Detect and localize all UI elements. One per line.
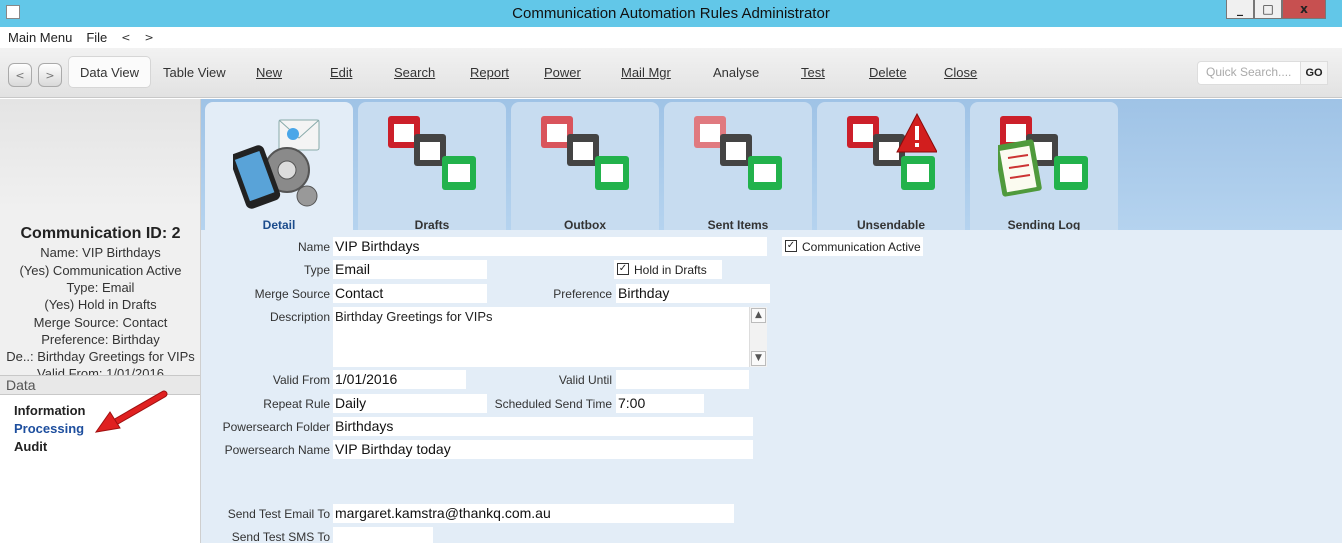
window-title: Communication Automation Rules Administr… [512, 5, 830, 22]
menu-main-menu[interactable]: Main Menu [8, 30, 72, 45]
trays-icon [541, 116, 629, 190]
description-textarea[interactable]: Birthday Greetings for VIPs ▲ ▼ [333, 307, 767, 367]
delete-button[interactable]: Delete [869, 65, 907, 80]
communication-active-checkbox-row[interactable]: ✓ Communication Active [782, 237, 923, 256]
summary-merge-source: Merge Source: Contact [33, 315, 168, 330]
tab-sent-items[interactable]: Sent Items [664, 102, 812, 233]
scheduled-send-time-label: Scheduled Send Time [494, 397, 612, 411]
valid-until-field[interactable] [616, 370, 749, 389]
menu-forward-arrow[interactable]: > [144, 31, 153, 44]
communication-active-label: Communication Active [802, 240, 921, 254]
hold-in-drafts-checkbox[interactable]: ✓ [617, 263, 629, 275]
communication-id: Communication ID: 2 [20, 225, 181, 242]
hold-in-drafts-checkbox-row[interactable]: ✓ Hold in Drafts [614, 260, 722, 279]
nav-processing[interactable]: Processing [14, 421, 84, 436]
trays-icon [388, 116, 476, 190]
main-panel: Detail Drafts Outbox Sent Items Unsendab… [201, 99, 1342, 543]
maximize-button[interactable]: □ [1254, 0, 1282, 19]
communication-active-checkbox[interactable]: ✓ [785, 240, 797, 252]
summary-preference: Preference: Birthday [41, 332, 160, 347]
repeat-rule-field[interactable]: Daily [333, 394, 487, 413]
scroll-down-icon[interactable]: ▼ [751, 351, 766, 366]
preference-field[interactable]: Birthday [616, 284, 770, 303]
title-bar: Communication Automation Rules Administr… [0, 0, 1342, 27]
summary-description: De..: Birthday Greetings for VIPs [6, 349, 195, 364]
tab-sending-log[interactable]: Sending Log [970, 102, 1118, 233]
record-summary: Communication ID: 2 Name: VIP Birthdays … [0, 99, 200, 375]
nav-audit[interactable]: Audit [14, 439, 47, 454]
tab-unsendable[interactable]: Unsendable [817, 102, 965, 233]
data-view-button[interactable]: Data View [68, 56, 152, 88]
phone-gear-mail-icon [233, 119, 320, 209]
type-label: Type [303, 263, 330, 277]
summary-type: Type: Email [66, 280, 135, 295]
toolbar: < > Data View Table View New Edit Search… [0, 48, 1342, 98]
table-view-button[interactable]: Table View [163, 65, 226, 80]
merge-source-label: Merge Source [254, 287, 330, 301]
edit-button[interactable]: Edit [330, 65, 352, 80]
repeat-rule-label: Repeat Rule [263, 397, 330, 411]
toolbar-back-button[interactable]: < [8, 63, 32, 87]
search-button[interactable]: Search [394, 65, 435, 80]
send-test-email-label: Send Test Email To [227, 507, 330, 521]
send-test-email-field[interactable]: margaret.kamstra@thankq.com.au [333, 504, 734, 523]
report-button[interactable]: Report [470, 65, 509, 80]
summary-name: Name: VIP Birthdays [40, 245, 161, 260]
red-arrow-icon [94, 390, 168, 433]
new-button[interactable]: New [256, 65, 282, 80]
powersearch-folder-field[interactable]: Birthdays [333, 417, 753, 436]
test-button[interactable]: Test [801, 65, 825, 80]
toolbar-forward-button[interactable]: > [38, 63, 62, 87]
send-test-sms-field[interactable] [333, 527, 433, 543]
scroll-up-icon[interactable]: ▲ [751, 308, 766, 323]
menu-back-arrow[interactable]: < [121, 31, 130, 44]
powersearch-name-field[interactable]: VIP Birthday today [333, 440, 753, 459]
powersearch-name-label: Powersearch Name [224, 443, 330, 457]
merge-source-field[interactable]: Contact [333, 284, 487, 303]
name-label: Name [297, 240, 330, 254]
close-button[interactable]: Close [944, 65, 977, 80]
hold-in-drafts-label: Hold in Drafts [634, 263, 707, 277]
trays-icon [694, 116, 782, 190]
summary-active: (Yes) Communication Active [19, 263, 182, 278]
valid-from-label: Valid From [272, 373, 330, 387]
type-field[interactable]: Email [333, 260, 487, 279]
preference-label: Preference [553, 287, 612, 301]
menu-file[interactable]: File [86, 30, 107, 45]
description-scrollbar[interactable]: ▲ ▼ [749, 307, 767, 367]
menu-bar: Main Menu File < > [0, 27, 1342, 48]
description-label: Description [269, 310, 330, 324]
quick-search-input[interactable]: Quick Search.... [1197, 61, 1301, 85]
powersearch-folder-label: Powersearch Folder [222, 420, 330, 434]
summary-valid-from: Valid From: 1/01/2016 [37, 366, 164, 375]
tab-drafts[interactable]: Drafts [358, 102, 506, 233]
send-test-sms-label: Send Test SMS To [231, 530, 330, 543]
valid-until-label: Valid Until [558, 373, 612, 387]
power-button[interactable]: Power [544, 65, 581, 80]
description-text: Birthday Greetings for VIPs [335, 309, 493, 324]
tab-outbox[interactable]: Outbox [511, 102, 659, 233]
tab-strip: Detail Drafts Outbox Sent Items Unsendab… [201, 99, 1342, 233]
name-field[interactable]: VIP Birthdays [333, 237, 767, 256]
mail-mgr-button[interactable]: Mail Mgr [621, 65, 671, 80]
scheduled-send-time-field[interactable]: 7:00 [616, 394, 704, 413]
left-sidebar: Communication ID: 2 Name: VIP Birthdays … [0, 99, 201, 543]
window-controls: _ □ x [1226, 0, 1326, 19]
minimize-button[interactable]: _ [1226, 0, 1254, 19]
tab-detail[interactable]: Detail [205, 102, 353, 233]
detail-form: Name VIP Birthdays ✓ Communication Activ… [201, 230, 1342, 543]
clipboard-trays-icon [998, 116, 1088, 197]
go-button[interactable]: GO [1300, 61, 1328, 85]
nav-information[interactable]: Information [14, 403, 86, 418]
trays-warning-icon [847, 112, 937, 190]
close-window-button[interactable]: x [1282, 0, 1326, 19]
summary-hold: (Yes) Hold in Drafts [44, 297, 157, 312]
analyse-button[interactable]: Analyse [713, 65, 759, 80]
valid-from-field[interactable]: 1/01/2016 [333, 370, 466, 389]
